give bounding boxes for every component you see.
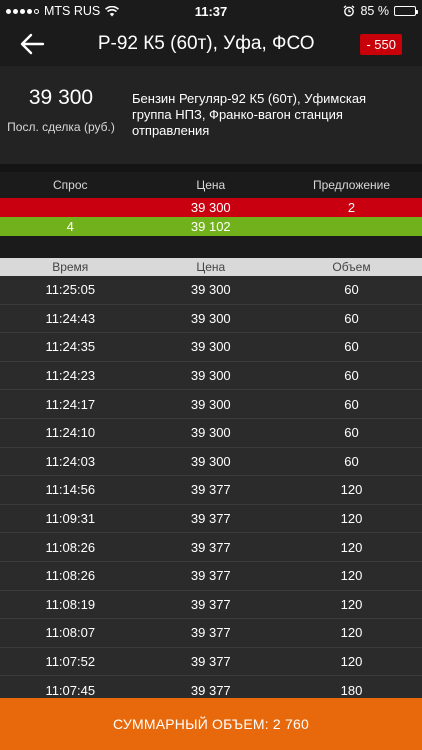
table-row: 11:24:23 39 300 60 [0,362,422,391]
trade-volume: 60 [344,453,359,469]
order-book-header-bid: Спрос [53,178,88,192]
last-trade-label: Посл. сделка (руб.) [7,120,115,134]
table-row: 11:08:07 39 377 120 [0,619,422,648]
trade-time: 11:24:17 [45,396,96,412]
clock: 11:37 [194,3,228,19]
table-row: 11:08:26 39 377 120 [0,533,422,562]
trade-price: 39 300 [190,368,231,384]
order-book-header-price: Цена [196,178,226,192]
order-book-header-ask: Предложение [312,178,391,192]
table-row: 11:24:17 39 300 60 [0,390,422,419]
trade-time: 11:24:35 [45,339,96,355]
divider [0,164,422,172]
trades-table-header: Время Цена Объем [0,258,422,276]
trade-time: 11:08:26 [45,568,96,584]
trade-price: 39 377 [190,596,231,612]
table-row: 11:25:05 39 300 60 [0,276,422,305]
trade-time: 11:14:56 [45,482,96,498]
trade-time: 11:07:45 [45,682,96,698]
table-row: 11:14:56 39 377 120 [0,476,422,505]
trade-volume: 60 [344,282,359,298]
trade-price: 39 300 [190,282,231,298]
trade-volume: 180 [340,682,363,698]
trade-price: 39 300 [190,310,231,326]
back-button[interactable] [10,22,54,66]
trade-volume: 120 [340,539,363,555]
instrument-info: 39 300 Посл. сделка (руб.) Бензин Регуля… [0,66,422,164]
trade-time: 11:24:23 [45,368,96,384]
table-row: 11:09:31 39 377 120 [0,505,422,534]
trade-volume: 120 [340,511,363,527]
trades-table[interactable]: 11:25:05 39 300 60 11:24:43 39 300 60 11:24:35… [0,276,422,705]
trades-header-volume: Объем [332,260,371,274]
table-row: 11:08:26 39 377 120 [0,562,422,591]
order-book-bid-row[interactable]: 4 39 102 [0,217,422,236]
nav-header: Р-92 К5 (60т), Уфа, ФСО - 550 [0,22,422,66]
trade-price: 39 377 [190,654,231,670]
trade-volume: 120 [340,654,363,670]
trade-price: 39 377 [190,682,231,698]
table-row: 11:08:19 39 377 120 [0,591,422,620]
last-trade-price: 39 300 [28,86,94,109]
divider [0,236,422,258]
table-row: 11:24:03 39 300 60 [0,448,422,477]
trade-time: 11:07:52 [45,654,96,670]
back-arrow-icon [20,33,45,55]
trade-time: 11:08:19 [45,596,96,612]
trade-price: 39 377 [190,539,231,555]
trade-volume: 120 [340,625,363,641]
order-book-header: Спрос Цена Предложение [0,172,422,198]
trade-price: 39 377 [190,625,231,641]
trades-header-price: Цена [196,260,226,274]
instrument-description: Бензин Регуляр-92 К5 (60т), Уфимская гру… [132,91,367,138]
signal-strength-icon [6,8,39,14]
trade-volume: 120 [340,568,363,584]
page-title: Р-92 К5 (60т), Уфа, ФСО [97,33,315,54]
trade-volume: 120 [340,482,363,498]
trade-volume: 60 [344,310,359,326]
trades-header-time: Время [52,260,89,274]
trade-price: 39 300 [190,396,231,412]
trade-time: 11:24:03 [45,453,96,469]
bid-row-price: 39 102 [190,219,231,234]
trade-volume: 60 [344,339,359,355]
table-row: 11:24:10 39 300 60 [0,419,422,448]
table-row: 11:24:43 39 300 60 [0,305,422,334]
trade-volume: 60 [344,425,359,441]
trade-time: 11:24:10 [45,425,96,441]
total-volume-label: СУММАРНЫЙ ОБЪЕМ: 2 760 [113,716,309,732]
total-volume-bar[interactable]: СУММАРНЫЙ ОБЪЕМ: 2 760 [0,698,422,750]
trade-price: 39 377 [190,482,231,498]
battery-icon [393,6,418,16]
trade-price: 39 377 [190,511,231,527]
trade-time: 11:24:43 [45,310,96,326]
trade-price: 39 300 [190,339,231,355]
trade-volume: 60 [344,396,359,412]
trade-time: 11:08:07 [45,625,96,641]
trade-volume: 60 [344,368,359,384]
order-book-ask-row[interactable]: 39 300 2 [0,198,422,217]
bid-row-bid-qty: 4 [66,219,74,234]
battery-percent: 85 % [360,4,389,18]
trade-price: 39 377 [190,568,231,584]
ask-row-ask-qty: 2 [347,200,356,215]
trade-price: 39 300 [190,425,231,441]
table-row: 11:07:52 39 377 120 [0,648,422,677]
trade-time: 11:08:26 [45,539,96,555]
trade-price: 39 300 [190,453,231,469]
trade-volume: 120 [340,596,363,612]
carrier-label: MTS RUS [44,4,101,18]
table-row: 11:24:35 39 300 60 [0,333,422,362]
wifi-icon [105,5,120,16]
status-bar: MTS RUS 11:37 85 % [0,0,422,22]
trade-time: 11:25:05 [45,282,96,298]
trade-time: 11:09:31 [45,511,96,527]
alarm-icon [344,5,355,17]
ask-row-price: 39 300 [190,200,231,215]
price-change-badge: - 550 [360,33,402,55]
